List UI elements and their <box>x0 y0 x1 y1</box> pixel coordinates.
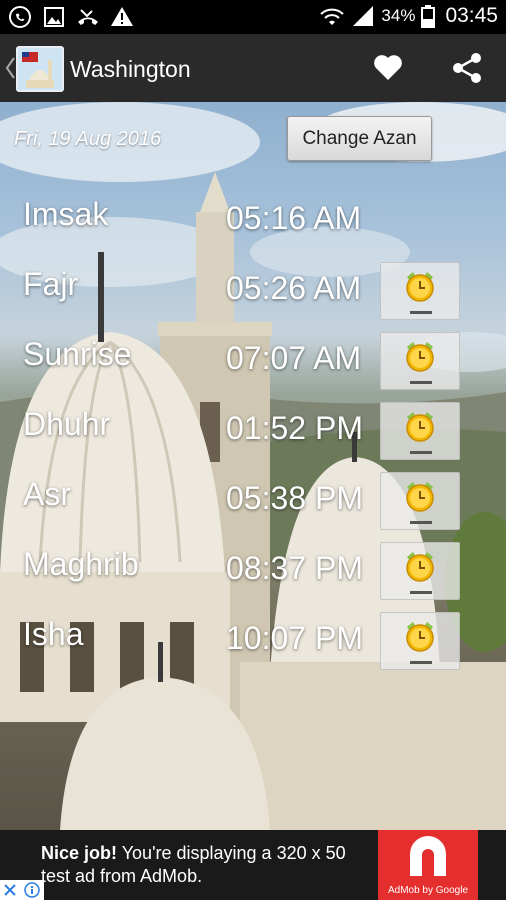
page-title: Washington <box>70 56 191 82</box>
current-date: Fri, 19 Aug 2016 <box>14 128 162 150</box>
alarm-toggle-dhuhr[interactable] <box>380 402 460 460</box>
info-icon <box>4 882 40 898</box>
alarm-indicator <box>410 521 432 524</box>
prayer-row-sunrise: Sunrise 07:07 AM <box>0 332 506 406</box>
prayer-row-maghrib: Maghrib 08:37 PM <box>0 542 506 616</box>
missed-call-icon <box>78 9 98 25</box>
ad-headline: Nice job! <box>41 843 118 863</box>
alarm-toggle-maghrib[interactable] <box>380 542 460 600</box>
alarm-clock-icon <box>406 412 434 442</box>
prayer-row-imsak: Imsak 05:16 AM <box>0 196 506 266</box>
admob-logo-icon <box>410 836 446 876</box>
battery-icon <box>421 5 436 28</box>
prayer-time: 10:07 PM <box>226 620 363 656</box>
warning-icon <box>111 7 133 26</box>
alarm-toggle-sunrise[interactable] <box>380 332 460 390</box>
prayer-name: Sunrise <box>23 336 132 372</box>
alarm-clock-icon <box>406 622 434 652</box>
status-bar: 34% 03:45 <box>0 0 506 34</box>
ad-info-badge[interactable] <box>0 880 44 900</box>
prayer-time: 05:38 PM <box>226 480 363 516</box>
prayer-name: Isha <box>23 616 84 652</box>
alarm-indicator <box>410 661 432 664</box>
change-azan-button[interactable]: Change Azan <box>287 116 432 161</box>
alarm-clock-icon <box>406 482 434 512</box>
prayer-name: Dhuhr <box>23 406 111 442</box>
alarm-indicator <box>410 451 432 454</box>
alarm-indicator <box>410 311 432 314</box>
alarm-indicator <box>410 381 432 384</box>
prayer-time: 01:52 PM <box>226 410 363 446</box>
alarm-toggle-asr[interactable] <box>380 472 460 530</box>
image-icon <box>44 7 64 27</box>
alarm-toggle-isha[interactable] <box>380 612 460 670</box>
whatsapp-icon <box>9 6 31 28</box>
share-icon[interactable] <box>451 52 483 84</box>
prayer-row-asr: Asr 05:38 PM <box>0 472 506 546</box>
action-bar: Washington <box>0 34 506 102</box>
prayer-name: Maghrib <box>23 546 139 582</box>
ad-banner[interactable]: Nice job! You're displaying a 320 x 50 t… <box>0 830 506 900</box>
signal-icon <box>353 6 374 26</box>
alarm-clock-icon <box>406 272 434 302</box>
ad-text: Nice job! You're displaying a 320 x 50 t… <box>41 842 371 888</box>
prayer-name: Fajr <box>23 266 79 302</box>
prayer-row-fajr: Fajr 05:26 AM <box>0 262 506 336</box>
app-icon[interactable] <box>16 46 64 92</box>
back-icon[interactable] <box>4 56 16 80</box>
heart-icon[interactable] <box>373 53 403 81</box>
prayer-row-isha: Isha 10:07 PM <box>0 612 506 686</box>
prayer-name: Imsak <box>23 196 109 232</box>
prayer-times-panel: Fri, 19 Aug 2016 Change Azan Imsak 05:16… <box>0 102 506 830</box>
alarm-clock-icon <box>406 552 434 582</box>
battery-percent: 34% <box>381 6 416 25</box>
alarm-toggle-fajr[interactable] <box>380 262 460 320</box>
prayer-time: 07:07 AM <box>226 340 362 376</box>
wifi-icon <box>320 8 345 25</box>
admob-caption: AdMob by Google <box>387 885 469 896</box>
admob-logo[interactable]: AdMob by Google <box>378 830 478 900</box>
prayer-row-dhuhr: Dhuhr 01:52 PM <box>0 402 506 476</box>
alarm-clock-icon <box>406 342 434 372</box>
prayer-time: 05:16 AM <box>226 200 362 236</box>
alarm-indicator <box>410 591 432 594</box>
prayer-name: Asr <box>23 476 71 512</box>
prayer-time: 05:26 AM <box>226 270 362 306</box>
status-clock: 03:45 <box>445 4 498 27</box>
prayer-time: 08:37 PM <box>226 550 363 586</box>
